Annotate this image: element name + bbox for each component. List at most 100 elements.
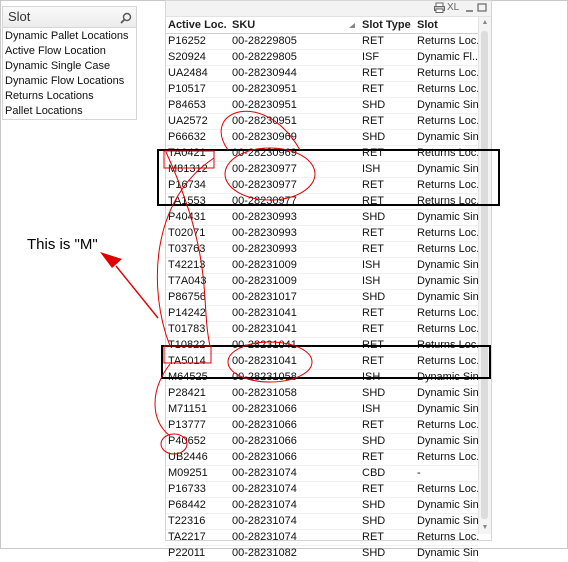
cell-active-loc: P16733 (168, 483, 206, 495)
cell-slot: Returns Loc. (417, 419, 479, 431)
cell-slot-type: RET (362, 451, 384, 463)
cell-active-loc: UB2446 (168, 451, 208, 463)
table-row[interactable]: T42213 00-28231009 ISH Dynamic Sin... (166, 258, 479, 274)
cell-sku: 00-28230944 (232, 67, 297, 79)
slot-list-item[interactable]: Pallet Locations (3, 104, 136, 119)
table-row[interactable]: T01783 00-28231041 RET Returns Loc. (166, 322, 479, 338)
table-row[interactable]: P22011 00-28231082 SHD Dynamic Sin... (166, 546, 479, 562)
search-icon[interactable] (120, 11, 132, 24)
slot-listbox: Slot Dynamic Pallet Locations Active Flow… (2, 6, 137, 120)
slot-list-item[interactable]: Active Flow Location (3, 44, 136, 59)
table-box: XL Active Loc. SKU Slot Type Slot P16252… (165, 0, 492, 562)
table-row[interactable]: P86756 00-28231017 SHD Dynamic Sin... (166, 290, 479, 306)
table-row[interactable]: T03763 00-28230993 RET Returns Loc. (166, 242, 479, 258)
column-header-slot[interactable]: Slot (417, 17, 479, 33)
column-header-slot-type[interactable]: Slot Type (362, 17, 416, 33)
scroll-up-arrow-icon[interactable]: ▲ (479, 17, 491, 29)
cell-slot: Returns Loc. (417, 115, 479, 127)
highlight-box-group-2 (161, 345, 491, 379)
cell-sku: 00-28230993 (232, 211, 297, 223)
table-row[interactable]: UA2484 00-28230944 RET Returns Loc. (166, 66, 479, 82)
export-xl-button[interactable]: XL (447, 2, 459, 14)
cell-slot-type: SHD (362, 499, 386, 511)
cell-sku: 00-28231074 (232, 467, 297, 479)
cell-sku: 00-28231082 (232, 547, 297, 559)
vertical-scrollbar[interactable]: ▲ ▼ (478, 17, 491, 534)
table-row[interactable]: M09251 00-28231074 CBD - (166, 466, 478, 482)
table-row[interactable]: S20924 00-28229805 ISF Dynamic Fl... (166, 50, 479, 66)
scrollbar-thumb[interactable] (481, 31, 488, 519)
table-row[interactable]: P16252 00-28229805 RET Returns Loc. (166, 34, 479, 50)
cell-slot: Dynamic Fl... (417, 51, 479, 63)
cell-active-loc: P28421 (168, 387, 206, 399)
table-row[interactable]: P13777 00-28231066 RET Returns Loc. (166, 418, 479, 434)
cell-sku: 00-28231074 (232, 499, 297, 511)
slot-list-item[interactable]: Dynamic Pallet Locations (3, 29, 136, 44)
table-row[interactable]: P40431 00-28230993 SHD Dynamic Sin... (166, 210, 479, 226)
minimize-icon[interactable] (465, 2, 474, 14)
cell-sku: 00-28231041 (232, 323, 297, 335)
slot-list-item[interactable]: Dynamic Single Case (3, 59, 136, 74)
cell-active-loc: T03763 (168, 243, 206, 255)
table-row[interactable]: TA2217 00-28231074 RET Returns Loc. (166, 530, 479, 546)
cell-slot-type: RET (362, 227, 384, 239)
cell-sku: 00-28231074 (232, 515, 297, 527)
cell-active-loc: UA2484 (168, 67, 208, 79)
slot-list-item[interactable]: Dynamic Flow Locations (3, 74, 136, 89)
cell-active-loc: P14242 (168, 307, 206, 319)
cell-active-loc: P22011 (168, 547, 206, 559)
table-row[interactable]: M71151 00-28231066 ISH Dynamic Sin... (166, 402, 479, 418)
cell-slot: Dynamic Sin... (417, 547, 479, 559)
cell-slot: Dynamic Sin... (417, 211, 479, 223)
column-header-sku[interactable]: SKU (232, 17, 358, 33)
table-row[interactable]: P14242 00-28231041 RET Returns Loc. (166, 306, 479, 322)
table-row[interactable]: P66632 00-28230969 SHD Dynamic Sin... (166, 130, 479, 146)
cell-slot: Returns Loc. (417, 451, 479, 463)
table-row[interactable]: P84653 00-28230951 SHD Dynamic Sin... (166, 98, 479, 114)
cell-active-loc: P10517 (168, 83, 206, 95)
table-row[interactable]: P68442 00-28231074 SHD Dynamic Sin... (166, 498, 479, 514)
cell-slot-type: CBD (362, 467, 386, 479)
cell-active-loc: P68442 (168, 499, 206, 511)
cell-sku: 00-28231074 (232, 531, 297, 543)
cell-slot: Returns Loc. (417, 83, 479, 95)
cell-slot-type: SHD (362, 211, 386, 223)
table-row[interactable]: P10517 00-28230951 RET Returns Loc. (166, 82, 479, 98)
cell-active-loc: T02071 (168, 227, 206, 239)
table-row[interactable]: T02071 00-28230993 RET Returns Loc. (166, 226, 479, 242)
cell-active-loc: S20924 (168, 51, 206, 63)
cell-active-loc: P84653 (168, 99, 206, 111)
cell-slot: Dynamic Sin... (417, 499, 479, 511)
table-row[interactable]: UB2446 00-28231066 RET Returns Loc. (166, 450, 479, 466)
cell-slot-type: RET (362, 115, 384, 127)
maximize-icon[interactable] (477, 2, 487, 14)
cell-slot: Returns Loc. (417, 67, 479, 79)
scroll-down-arrow-icon[interactable]: ▼ (479, 522, 491, 534)
cell-slot-type: RET (362, 243, 384, 255)
cell-active-loc: T42213 (168, 259, 206, 271)
column-header-active-loc[interactable]: Active Loc. (168, 17, 230, 33)
table-row[interactable]: P40652 00-28231066 SHD Dynamic Sin... (166, 434, 479, 450)
slot-listbox-header: Slot (3, 7, 136, 28)
cell-slot-type: RET (362, 35, 384, 47)
cell-slot-type: ISH (362, 403, 381, 415)
table-row[interactable]: UA2572 00-28230951 RET Returns Loc. (166, 114, 479, 130)
cell-sku: 00-28231009 (232, 275, 297, 287)
cell-slot-type: SHD (362, 387, 386, 399)
cell-sku: 00-28231074 (232, 483, 297, 495)
cell-slot-type: SHD (362, 547, 386, 559)
table-row[interactable]: T7A043 00-28231009 ISH Dynamic Sin... (166, 274, 479, 290)
cell-slot-type: RET (362, 531, 384, 543)
cell-slot: Returns Loc. (417, 243, 479, 255)
cell-slot-type: SHD (362, 435, 386, 447)
cell-sku: 00-28231041 (232, 307, 297, 319)
cell-sku: 00-28229805 (232, 51, 297, 63)
print-icon[interactable] (434, 2, 445, 14)
table-row[interactable]: T22316 00-28231074 SHD Dynamic Sin... (166, 514, 479, 530)
cell-active-loc: P66632 (168, 131, 206, 143)
table-row[interactable]: P16733 00-28231074 RET Returns Loc. (166, 482, 479, 498)
sort-indicator-icon (348, 22, 356, 32)
slot-listbox-title: Slot (8, 9, 31, 24)
slot-list-item[interactable]: Returns Locations (3, 89, 136, 104)
table-row[interactable]: P28421 00-28231058 SHD Dynamic Sin... (166, 386, 479, 402)
